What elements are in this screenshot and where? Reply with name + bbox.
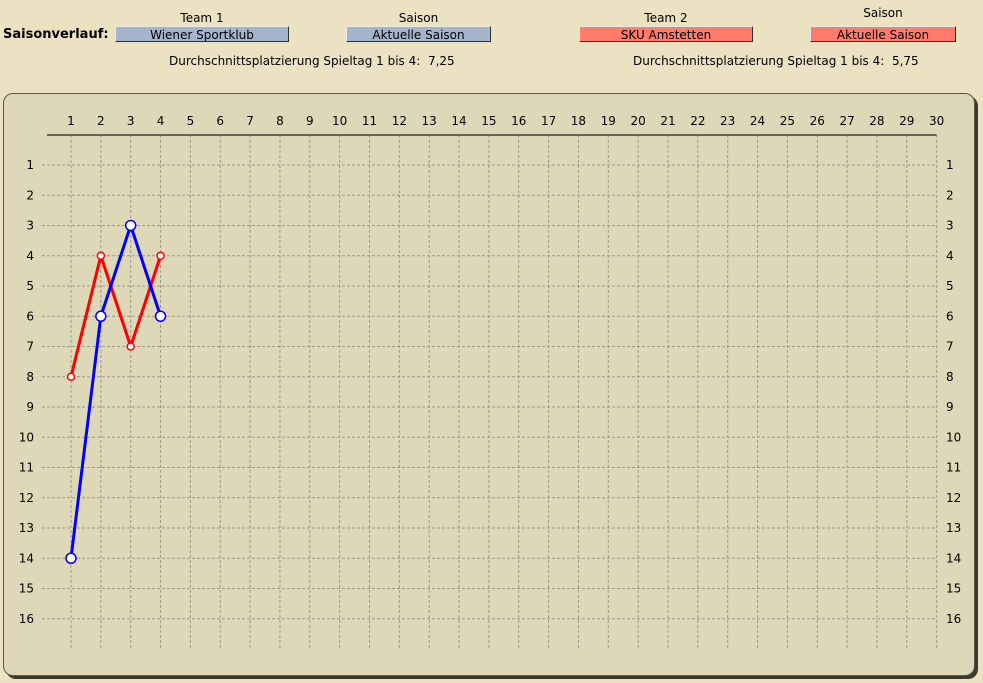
- season-chart: 1 2 3 4 5 6 7 8 9 10 11 12 13 14 15 16 17 18 19 20 21 22 23 24 2…: [19, 114, 961, 650]
- y-tick-label-right: 4: [946, 249, 954, 263]
- x-tick-label: 14: [451, 114, 466, 128]
- x-tick-label: 1: [67, 114, 75, 128]
- x-tick-label: 11: [362, 114, 377, 128]
- y-tick-label-right: 8: [946, 370, 954, 384]
- x-tick-label: 3: [127, 114, 135, 128]
- y-tick-label-right: 3: [946, 219, 954, 233]
- x-tick-label: 26: [810, 114, 825, 128]
- series-1-point: [124, 219, 137, 232]
- x-tick-label: 8: [276, 114, 284, 128]
- y-tick-label-left: 13: [19, 521, 34, 535]
- x-tick-label: 6: [216, 114, 224, 128]
- x-tick-label: 21: [660, 114, 675, 128]
- y-tick-label-left: 16: [19, 612, 34, 626]
- y-tick-label-left: 2: [26, 188, 34, 202]
- x-tick-label: 18: [571, 114, 586, 128]
- x-tick-label: 7: [246, 114, 254, 128]
- y-tick-label-left: 1: [26, 158, 34, 172]
- y-tick-label-right: 1: [946, 158, 954, 172]
- y-tick-label-left: 15: [19, 582, 34, 596]
- x-tick-label: 27: [839, 114, 854, 128]
- x-tick-label: 17: [541, 114, 556, 128]
- x-tick-label: 9: [306, 114, 314, 128]
- series-1-point: [65, 552, 77, 564]
- x-tick-label: 16: [511, 114, 526, 128]
- series-2-point: [156, 251, 165, 260]
- series-1-point: [95, 310, 107, 322]
- y-tick-label-left: 8: [26, 370, 34, 384]
- x-tick-label: 23: [720, 114, 735, 128]
- y-tick-label-right: 12: [946, 491, 961, 505]
- y-tick-label-right: 14: [946, 551, 961, 565]
- x-tick-label: 19: [601, 114, 616, 128]
- x-tick-label: 15: [481, 114, 496, 128]
- y-tick-label-right: 10: [946, 430, 961, 444]
- y-tick-label-right: 2: [946, 188, 954, 202]
- y-tick-label-left: 4: [26, 249, 34, 263]
- x-tick-label: 12: [392, 114, 407, 128]
- x-tick-label: 13: [422, 114, 437, 128]
- x-tick-label: 25: [780, 114, 795, 128]
- x-tick-label: 28: [869, 114, 884, 128]
- x-tick-label: 2: [97, 114, 105, 128]
- y-tick-label-left: 6: [26, 309, 34, 323]
- y-tick-label-left: 12: [19, 491, 34, 505]
- series-2-point: [66, 372, 76, 381]
- x-tick-label: 29: [899, 114, 914, 128]
- x-tick-label: 5: [187, 114, 195, 128]
- y-tick-label-right: 11: [946, 461, 961, 475]
- y-tick-label-right: 9: [946, 400, 954, 414]
- y-tick-label-right: 13: [946, 521, 961, 535]
- series-2-point: [96, 251, 106, 260]
- y-tick-label-left: 9: [26, 400, 34, 414]
- y-tick-label-right: 15: [946, 582, 961, 596]
- y-tick-label-left: 3: [26, 219, 34, 233]
- x-tick-label: 30: [929, 114, 944, 128]
- y-tick-label-right: 6: [946, 309, 954, 323]
- y-tick-label-left: 14: [19, 551, 34, 565]
- y-tick-label-right: 16: [946, 612, 961, 626]
- y-tick-label-left: 7: [26, 340, 34, 354]
- x-tick-label: 10: [332, 114, 347, 128]
- series-line-1: [69, 224, 162, 559]
- series-2-point: [126, 342, 135, 351]
- x-tick-label: 24: [750, 114, 765, 128]
- x-tick-label: 22: [690, 114, 705, 128]
- y-tick-label-right: 5: [946, 279, 954, 293]
- y-tick-label-left: 5: [26, 279, 34, 293]
- y-tick-label-right: 7: [946, 340, 954, 354]
- series-1-point: [154, 310, 167, 322]
- x-tick-label: 4: [157, 114, 165, 128]
- y-tick-label-left: 10: [19, 430, 34, 444]
- y-tick-label-left: 11: [19, 461, 34, 475]
- x-tick-label: 20: [631, 114, 646, 128]
